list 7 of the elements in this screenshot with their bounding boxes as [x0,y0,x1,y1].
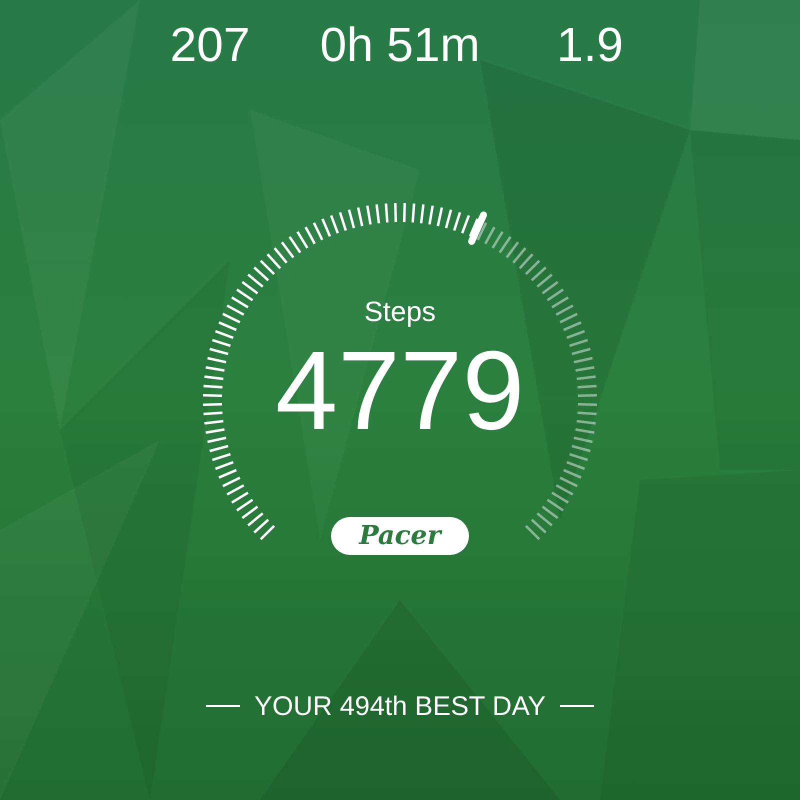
steps-count: 4779 [275,331,525,451]
stat-value: 1.9 [556,18,624,74]
best-day-text: YOUR 494th BEST DAY [254,690,546,722]
stat-value: 207 [168,18,252,74]
steps-label: Steps [364,295,436,329]
pacer-logo: Pacer [331,517,469,555]
stat-value: 0h 51m [318,18,482,74]
